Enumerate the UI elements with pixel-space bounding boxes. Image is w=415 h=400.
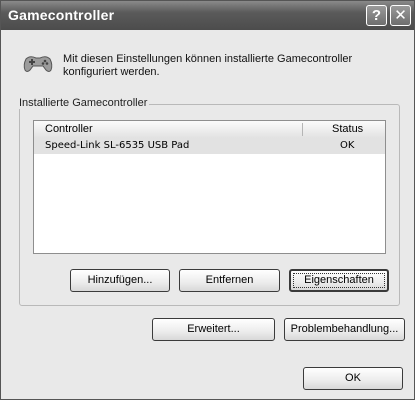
window-title: Gamecontroller xyxy=(8,7,115,23)
intro-line-2: konfiguriert werden. xyxy=(63,66,160,78)
advanced-button[interactable]: Erweitert... xyxy=(152,318,275,341)
column-header-status[interactable]: Status xyxy=(332,123,363,135)
properties-button[interactable]: Eigenschaften xyxy=(289,269,389,292)
remove-button[interactable]: Entfernen xyxy=(179,269,280,292)
column-header-controller[interactable]: Controller xyxy=(45,123,93,135)
help-button[interactable]: ? xyxy=(366,5,387,26)
group-legend: Installierte Gamecontroller xyxy=(17,97,150,109)
close-icon: ✕ xyxy=(394,7,407,24)
list-header: Controller Status xyxy=(34,121,385,139)
controller-name: Speed-Link SL-6535 USB Pad xyxy=(45,140,190,151)
add-button[interactable]: Hinzufügen... xyxy=(70,269,170,292)
question-mark-icon: ? xyxy=(371,7,382,24)
controller-status: OK xyxy=(340,140,355,151)
title-bar[interactable]: Gamecontroller ? ✕ xyxy=(1,1,414,30)
list-item[interactable]: Speed-Link SL-6535 USB Pad OK xyxy=(34,138,385,154)
close-button[interactable]: ✕ xyxy=(390,5,411,26)
troubleshoot-button[interactable]: Problembehandlung... xyxy=(284,318,405,341)
gamecontroller-dialog: Gamecontroller ? ✕ Mit diesen Einstellun… xyxy=(0,0,415,400)
intro-line-1: Mit diesen Einstellungen können installi… xyxy=(63,53,353,65)
intro-description: Mit diesen Einstellungen können installi… xyxy=(63,53,383,79)
controller-list[interactable]: Controller Status Speed-Link SL-6535 USB… xyxy=(33,120,386,254)
column-divider[interactable] xyxy=(302,123,303,136)
properties-label: Eigenschaften xyxy=(293,273,385,288)
gamepad-icon xyxy=(23,56,53,72)
ok-button[interactable]: OK xyxy=(303,367,403,390)
